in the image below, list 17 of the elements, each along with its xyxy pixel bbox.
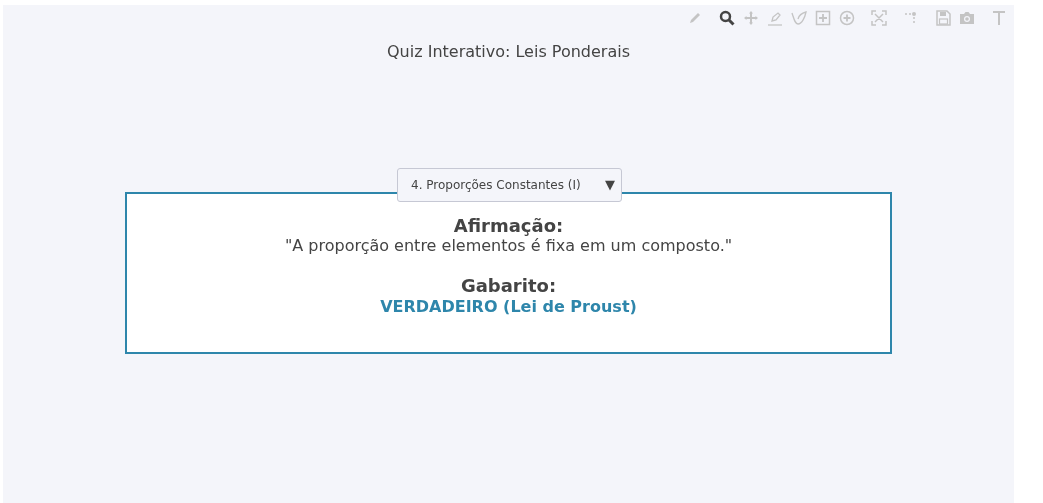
- text-tool-icon[interactable]: [990, 9, 1008, 27]
- camera-icon[interactable]: [958, 9, 976, 27]
- question-dropdown[interactable]: 4. Proporções Constantes (I) ▼: [397, 168, 622, 202]
- statement-text: "A proporção entre elementos é fixa em um composto.": [283, 235, 734, 257]
- chart-title: Quiz Interativo: Leis Ponderais: [387, 41, 630, 63]
- dropdown-value: 4. Proporções Constantes (I): [411, 177, 581, 194]
- zoom-icon[interactable]: [718, 9, 736, 27]
- pan-icon[interactable]: [742, 9, 760, 27]
- save-icon[interactable]: [934, 9, 952, 27]
- caret-icon: ▼: [605, 175, 615, 195]
- answer-heading: Gabarito:: [459, 275, 558, 296]
- circle-plus-icon[interactable]: [838, 9, 856, 27]
- answer-text: VERDADEIRO (Lei de Proust): [379, 296, 638, 319]
- autoscale-icon[interactable]: [870, 9, 888, 27]
- leaf-pen-icon[interactable]: [790, 9, 808, 27]
- square-plus-icon[interactable]: [814, 9, 832, 27]
- statement-heading: Afirmação:: [452, 216, 565, 236]
